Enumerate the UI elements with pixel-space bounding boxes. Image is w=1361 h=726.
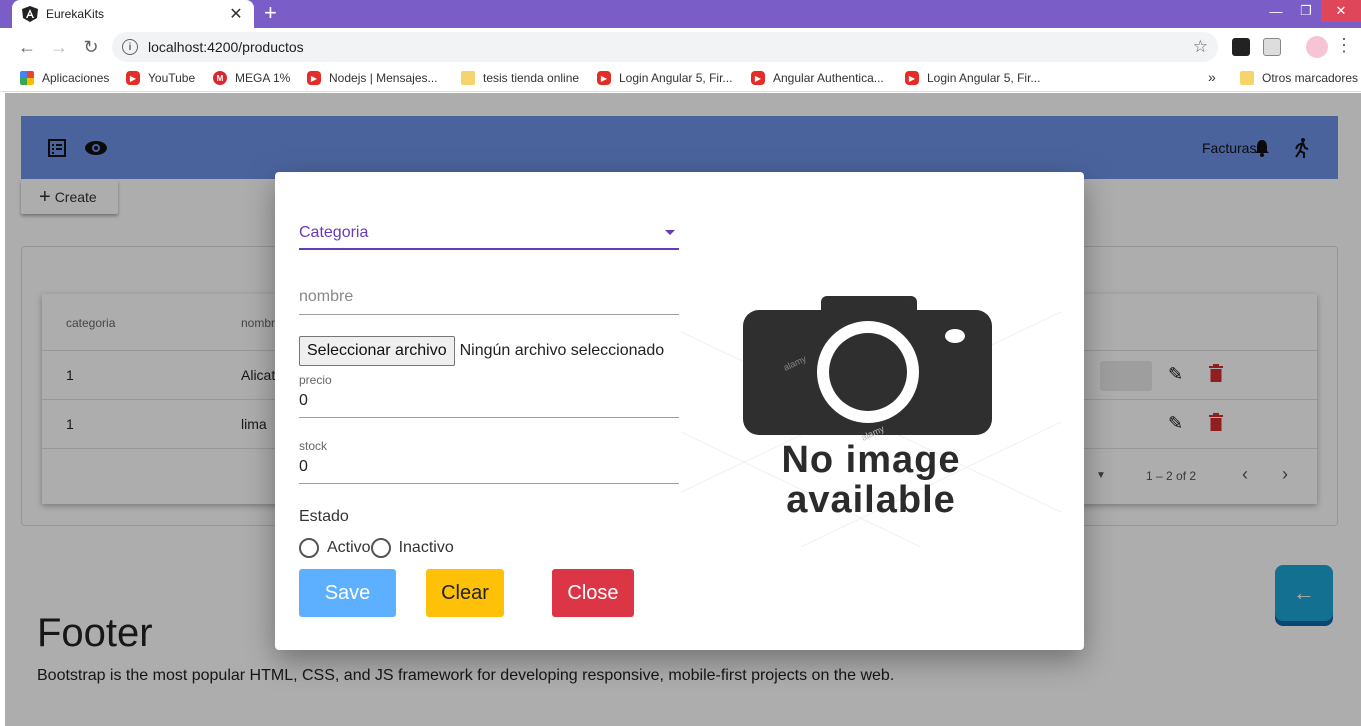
no-image-text-line1: No image xyxy=(781,439,961,481)
extension-s-icon[interactable] xyxy=(1263,38,1281,56)
window-controls: — ❐ ✕ xyxy=(1261,0,1361,28)
angular-icon xyxy=(22,6,38,22)
url-text: localhost:4200/productos xyxy=(148,39,304,55)
clear-button[interactable]: Clear xyxy=(426,569,504,617)
page-content: Facturas + Create categoria nombre 1 Ali… xyxy=(5,93,1361,726)
bookmarks-bar: Aplicaciones ▶ YouTube M MEGA 1% ▶ Nodejs |… xyxy=(0,66,1361,92)
youtube-icon: ▶ xyxy=(751,71,765,85)
bookmark-item[interactable]: Aplicaciones xyxy=(20,71,109,85)
forward-arrow-icon[interactable]: → xyxy=(48,36,70,58)
nombre-input[interactable]: nombre xyxy=(299,288,679,315)
bookmark-item[interactable]: ▶ YouTube xyxy=(126,71,195,85)
save-button[interactable]: Save xyxy=(299,569,396,617)
window-close-icon[interactable]: ✕ xyxy=(1321,0,1361,22)
bookmark-item[interactable]: tesis tienda online xyxy=(461,71,579,85)
image-file-input: Seleccionar archivo Ningún archivo selec… xyxy=(299,336,664,366)
bookmark-star-icon[interactable]: ☆ xyxy=(1193,37,1208,57)
folder-icon xyxy=(1240,71,1254,85)
bookmark-label: YouTube xyxy=(148,71,196,85)
minimize-icon[interactable]: — xyxy=(1261,0,1291,22)
browser-tab-strip: EurekaKits ✕ + — ❐ ✕ xyxy=(0,0,1361,28)
product-dialog: Categoria nombre Seleccionar archivo Nin… xyxy=(275,172,1084,650)
restore-icon[interactable]: ❐ xyxy=(1291,0,1321,22)
stock-label: stock xyxy=(299,439,328,453)
bookmarks-overflow-icon[interactable]: » xyxy=(1208,69,1216,85)
choose-file-button[interactable]: Seleccionar archivo xyxy=(299,336,455,366)
dropdown-arrow-icon xyxy=(665,230,675,235)
apps-icon xyxy=(20,71,34,85)
site-info-icon[interactable]: i xyxy=(122,39,138,55)
bookmark-item[interactable]: ▶ Login Angular 5, Fir... xyxy=(905,71,1040,85)
folder-icon xyxy=(461,71,475,85)
youtube-icon: ▶ xyxy=(307,71,321,85)
bookmark-label: Angular Authentica... xyxy=(773,71,884,85)
nombre-placeholder: nombre xyxy=(299,288,354,305)
precio-input[interactable]: 0 xyxy=(299,392,679,418)
reload-icon[interactable]: ↻ xyxy=(80,36,102,58)
bookmark-label: Aplicaciones xyxy=(42,71,110,85)
address-bar[interactable]: i localhost:4200/productos ☆ xyxy=(112,32,1218,62)
bookmark-item[interactable]: M MEGA 1% xyxy=(213,71,290,85)
precio-label: precio xyxy=(299,373,332,387)
categoria-label: Categoria xyxy=(299,224,369,241)
estado-radio-group: Activo Inactivo xyxy=(299,538,454,558)
stock-input[interactable]: 0 xyxy=(299,458,679,484)
youtube-icon: ▶ xyxy=(126,71,140,85)
precio-value: 0 xyxy=(299,392,308,409)
bookmark-item[interactable]: ▶ Nodejs | Mensajes... xyxy=(307,71,438,85)
browser-menu-icon[interactable]: ⋮ xyxy=(1335,36,1353,54)
no-image-text-line2: available xyxy=(786,479,956,521)
radio-activo[interactable] xyxy=(299,538,319,558)
browser-toolbar: ← → ↻ i localhost:4200/productos ☆ ⋮ xyxy=(0,28,1361,66)
other-bookmarks[interactable]: Otros marcadores xyxy=(1240,71,1358,85)
bookmark-label: Nodejs | Mensajes... xyxy=(329,71,438,85)
categoria-select[interactable]: Categoria xyxy=(299,224,679,250)
estado-label: Estado xyxy=(299,508,349,525)
radio-inactivo[interactable] xyxy=(370,538,391,558)
radio-activo-label[interactable]: Activo xyxy=(327,539,371,557)
radio-inactivo-label[interactable]: Inactivo xyxy=(399,539,454,557)
browser-tab[interactable]: EurekaKits ✕ xyxy=(12,0,254,28)
youtube-icon: ▶ xyxy=(905,71,919,85)
mega-icon: M xyxy=(213,71,227,85)
no-image-placeholder: alamy alamy No image available xyxy=(680,272,1062,548)
bookmark-label: tesis tienda online xyxy=(483,71,580,85)
close-button[interactable]: Close xyxy=(552,569,634,617)
youtube-icon: ▶ xyxy=(597,71,611,85)
bookmark-item[interactable]: ▶ Angular Authentica... xyxy=(751,71,884,85)
new-tab-icon[interactable]: + xyxy=(264,2,277,24)
tab-title: EurekaKits xyxy=(46,7,105,21)
tab-close-icon[interactable]: ✕ xyxy=(228,4,244,24)
extension-icon[interactable] xyxy=(1232,38,1250,56)
other-bookmarks-label: Otros marcadores xyxy=(1262,71,1359,85)
file-status-text: Ningún archivo seleccionado xyxy=(459,342,665,359)
bookmark-label: Login Angular 5, Fir... xyxy=(619,71,733,85)
back-arrow-icon[interactable]: ← xyxy=(16,36,38,58)
bookmark-label: Login Angular 5, Fir... xyxy=(927,71,1041,85)
profile-avatar-icon[interactable] xyxy=(1306,36,1328,58)
bookmark-label: MEGA 1% xyxy=(235,71,291,85)
bookmark-item[interactable]: ▶ Login Angular 5, Fir... xyxy=(597,71,732,85)
stock-value: 0 xyxy=(299,458,308,475)
